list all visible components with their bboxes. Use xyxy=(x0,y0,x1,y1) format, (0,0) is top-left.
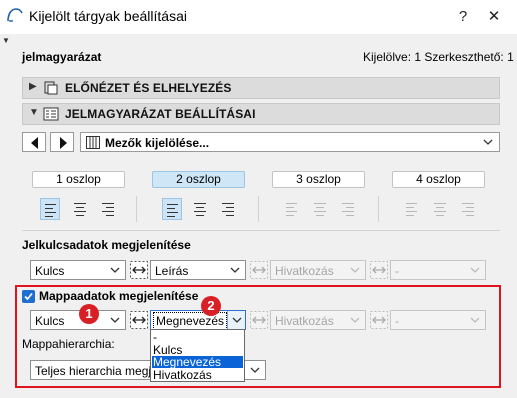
dropdown-toggle[interactable] xyxy=(227,311,245,329)
align-center-button[interactable] xyxy=(190,198,210,220)
align-left-button[interactable] xyxy=(40,198,60,220)
chevron-right-icon: ▶ xyxy=(29,81,37,92)
divider xyxy=(136,196,137,222)
folder-combo-1[interactable]: Kulcs xyxy=(30,310,126,330)
window-title: Kijelölt tárgyak beállításai xyxy=(29,8,187,24)
folder-combo-3[interactable]: Hivatkozás xyxy=(270,310,366,330)
legend-icon xyxy=(43,107,59,121)
folder-display-label[interactable]: Mappaadatok megjelenítése xyxy=(39,289,198,303)
align-right-button[interactable] xyxy=(98,198,118,220)
align-right-button[interactable] xyxy=(458,198,478,220)
alignment-group-2 xyxy=(162,198,242,220)
selection-info: Kijelölve: 1 Szerkeszthető: 1 xyxy=(363,50,514,64)
key-combo-4[interactable]: - xyxy=(390,260,486,280)
app-icon xyxy=(7,8,23,22)
close-button[interactable]: ✕ xyxy=(479,4,509,30)
hierarchy-combo-value: Teljes hierarchia megje xyxy=(35,364,158,378)
key-combo-2[interactable]: Leírás xyxy=(150,260,246,280)
element-name: jelmagyarázat xyxy=(22,50,102,64)
help-button[interactable]: ? xyxy=(448,4,478,30)
link-icon[interactable] xyxy=(250,261,268,279)
triangle-left-icon xyxy=(31,137,38,149)
divider xyxy=(258,196,259,222)
columns-icon xyxy=(86,136,100,149)
checkmark-icon xyxy=(24,292,33,301)
key-display-heading: Jelkulcsadatok megjelenítése xyxy=(22,238,191,252)
folder-combo-4[interactable]: - xyxy=(390,310,486,330)
callout-badge-2: 2 xyxy=(201,296,221,316)
callout-badge-1: 1 xyxy=(79,304,99,324)
key-combo-3-value: Hivatkozás xyxy=(275,264,334,278)
align-left-button[interactable] xyxy=(402,198,422,220)
key-combo-2-value: Leírás xyxy=(155,264,189,278)
chevron-down-icon xyxy=(110,267,120,273)
chevron-down-icon xyxy=(470,317,480,323)
chevron-down-icon xyxy=(110,317,120,323)
collapse-edge-icon: ▼ xyxy=(2,36,10,45)
hierarchy-label: Mappahierarchia: xyxy=(22,337,115,351)
column-2-button[interactable]: 2 oszlop xyxy=(152,171,245,188)
align-right-button[interactable] xyxy=(338,198,358,220)
chevron-down-icon xyxy=(483,139,493,145)
dropdown-list: - Kulcs Megnevezés Hivatkozás xyxy=(150,329,245,382)
dropdown-option-selected[interactable]: Megnevezés xyxy=(152,356,243,368)
folder-display-checkbox[interactable] xyxy=(22,290,35,303)
section-preview[interactable]: ▶ ELŐNÉZET ÉS ELHELYEZÉS xyxy=(22,77,500,99)
section-preview-label: ELŐNÉZET ÉS ELHELYEZÉS xyxy=(65,81,232,95)
link-icon[interactable] xyxy=(370,311,388,329)
divider xyxy=(22,230,500,231)
link-icon[interactable] xyxy=(130,311,148,329)
select-fields-button[interactable]: Mezők kijelölése... xyxy=(80,132,500,152)
chevron-down-icon: ▼ xyxy=(29,107,39,118)
folder-combo-4-value: - xyxy=(395,314,399,328)
preview-icon xyxy=(44,81,58,95)
section-legend-settings[interactable]: ▼ JELMAGYARÁZAT BEÁLLÍTÁSAI xyxy=(22,103,500,125)
previous-button[interactable] xyxy=(22,132,46,152)
align-center-button[interactable] xyxy=(70,198,90,220)
column-4-button[interactable]: 4 oszlop xyxy=(392,171,485,188)
align-center-button[interactable] xyxy=(310,198,330,220)
triangle-right-icon xyxy=(60,137,67,149)
select-fields-label: Mezők kijelölése... xyxy=(105,136,210,150)
dropdown-option[interactable]: Hivatkozás xyxy=(152,369,243,381)
key-combo-3[interactable]: Hivatkozás xyxy=(270,260,366,280)
align-left-button[interactable] xyxy=(282,198,302,220)
chevron-down-icon xyxy=(230,267,240,273)
next-button[interactable] xyxy=(50,132,74,152)
link-icon[interactable] xyxy=(130,261,148,279)
dropdown-option[interactable]: - xyxy=(152,331,243,343)
align-right-button[interactable] xyxy=(218,198,238,220)
align-left-button[interactable] xyxy=(162,198,182,220)
folder-combo-2[interactable]: Megnevezés xyxy=(150,310,246,330)
chevron-down-icon xyxy=(232,317,242,323)
divider xyxy=(378,196,379,222)
chevron-down-icon xyxy=(250,367,260,373)
folder-combo-3-value: Hivatkozás xyxy=(275,314,334,328)
align-center-button[interactable] xyxy=(430,198,450,220)
chevron-down-icon xyxy=(470,267,480,273)
alignment-group-4 xyxy=(402,198,482,220)
alignment-group-1 xyxy=(40,198,120,220)
link-icon[interactable] xyxy=(370,261,388,279)
chevron-down-icon xyxy=(350,317,360,323)
folder-combo-1-value: Kulcs xyxy=(35,314,65,328)
link-icon[interactable] xyxy=(250,311,268,329)
key-combo-4-value: - xyxy=(395,264,399,278)
section-legend-settings-label: JELMAGYARÁZAT BEÁLLÍTÁSAI xyxy=(65,107,256,121)
chevron-down-icon xyxy=(350,267,360,273)
key-combo-1-value: Kulcs xyxy=(35,264,65,278)
alignment-group-3 xyxy=(282,198,362,220)
column-3-button[interactable]: 3 oszlop xyxy=(272,171,365,188)
key-combo-1[interactable]: Kulcs xyxy=(30,260,126,280)
column-1-button[interactable]: 1 oszlop xyxy=(32,171,125,188)
